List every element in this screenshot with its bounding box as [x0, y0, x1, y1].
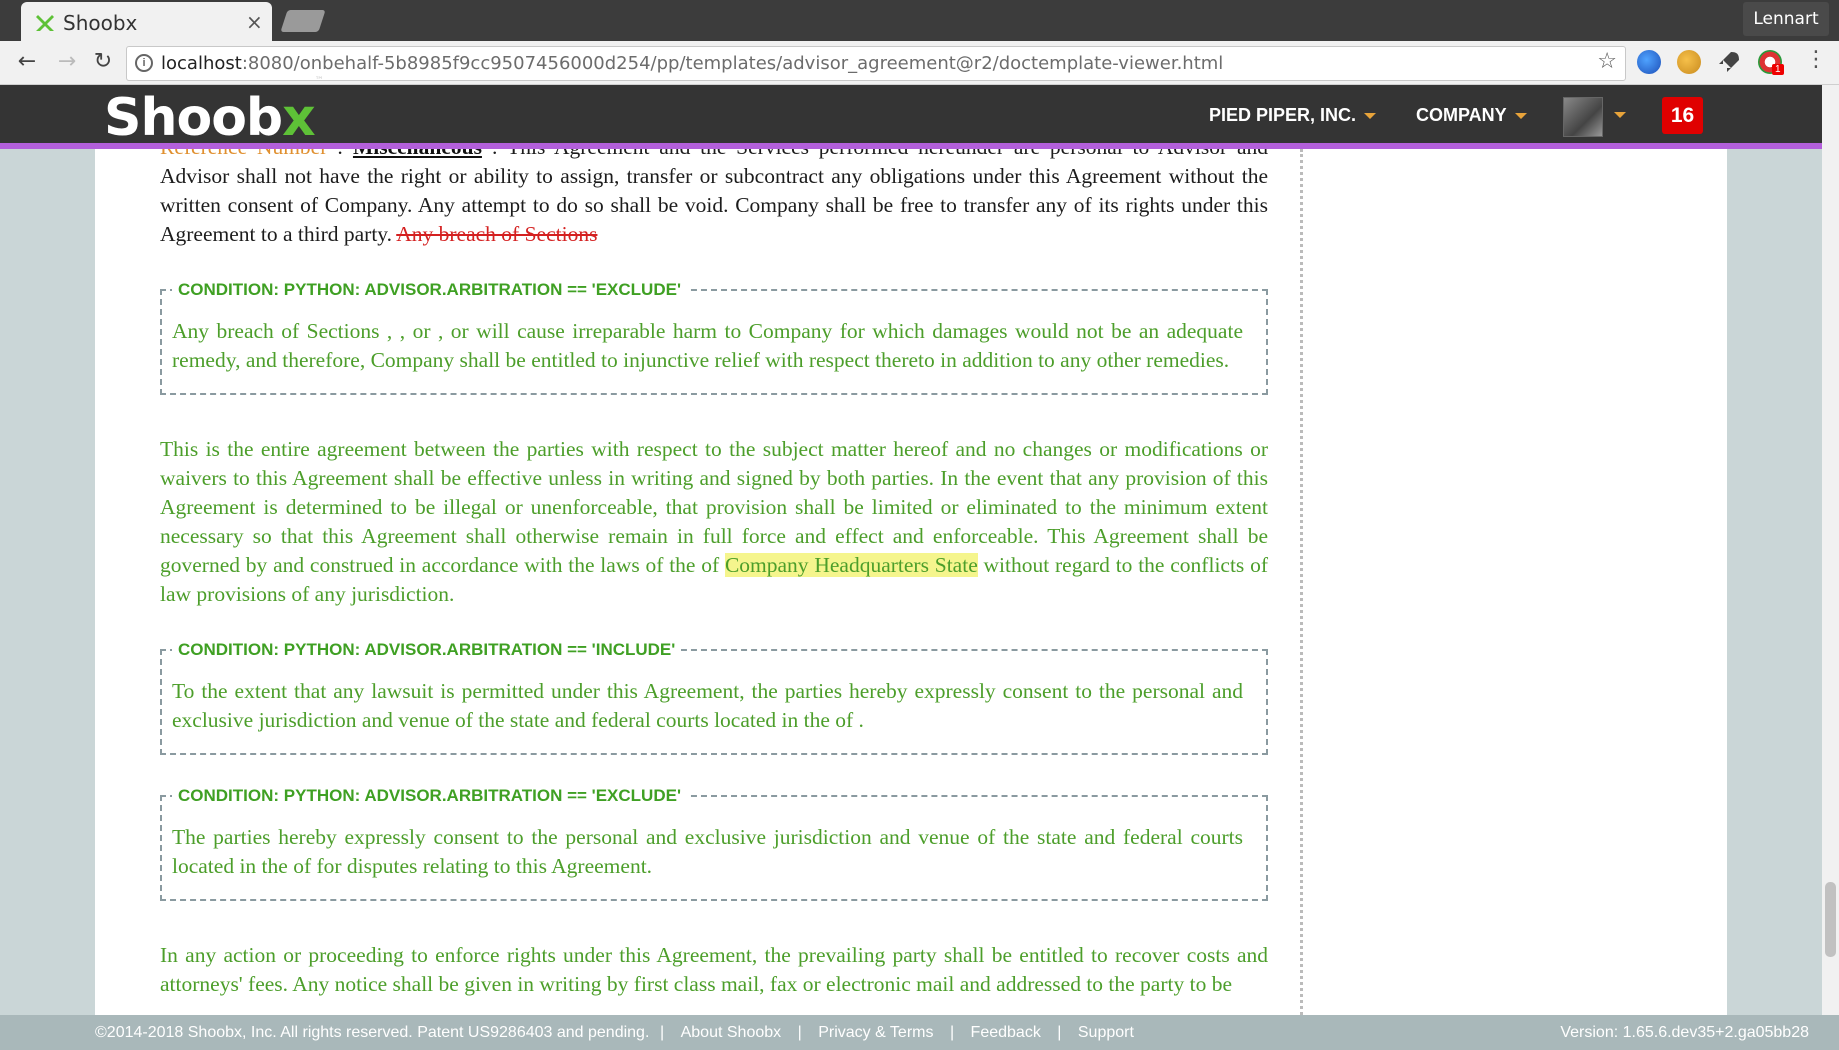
globe-extension-icon[interactable]	[1637, 50, 1661, 74]
version-text: Version: 1.65.6.dev35+2.ga05bb28	[1560, 1024, 1809, 1041]
entire-agreement-paragraph: This is the entire agreement between the…	[160, 437, 1268, 606]
address-bar[interactable]: i localhost:8080/onbehalf-5b8985f9cc9507…	[126, 46, 1626, 81]
section-title: Miscellaneous	[353, 149, 482, 159]
page-footer: ©2014-2018 Shoobx, Inc. All rights reser…	[0, 1015, 1839, 1050]
info-icon[interactable]: i	[135, 54, 153, 72]
cookie-extension-icon[interactable]	[1677, 50, 1701, 74]
miscellaneous-paragraph: Reference Number : Miscellaneous : This …	[160, 149, 1268, 249]
back-icon[interactable]: ←	[12, 47, 42, 77]
condition-text: The parties hereby expressly consent to …	[172, 825, 1243, 878]
rocket-extension-icon[interactable]	[1717, 50, 1741, 74]
costs-paragraph: In any action or proceeding to enforce r…	[160, 943, 1268, 996]
shoobx-logo[interactable]: Shoobx™	[104, 76, 324, 148]
document-viewer: Reference Number : Miscellaneous : This …	[0, 149, 1822, 1015]
company-nav-menu[interactable]: COMPANY	[1416, 105, 1527, 126]
tab-title: Shoobx	[63, 11, 138, 35]
app-header: Shoobx™ PIED PIPER, INC. COMPANY 16	[0, 76, 1822, 149]
condition-text: To the extent that any lawsuit is permit…	[172, 679, 1243, 732]
notification-badge[interactable]: 16	[1662, 97, 1703, 134]
copyright-text: ©2014-2018 Shoobx, Inc. All rights reser…	[95, 1024, 650, 1041]
sidebar-divider[interactable]	[1300, 149, 1303, 1015]
condition-block[interactable]: CONDITION: PYTHON: ADVISOR.ARBITRATION =…	[160, 277, 1268, 395]
browser-tabstrip: Shoobx × Lennart	[0, 0, 1839, 41]
url-text[interactable]: localhost:8080/onbehalf-5b8985f9cc950745…	[161, 53, 1223, 74]
star-icon[interactable]: ☆	[1597, 49, 1617, 74]
chevron-down-icon	[1364, 113, 1377, 120]
footer-links: | About Shoobx | Privacy & Terms | Feedb…	[660, 1024, 1134, 1041]
condition-label: CONDITION: PYTHON: ADVISOR.ARBITRATION =…	[172, 783, 687, 809]
chevron-down-icon	[1514, 113, 1527, 120]
forward-icon[interactable]: →	[52, 47, 82, 77]
avatar[interactable]	[1563, 97, 1603, 137]
chevron-down-icon[interactable]	[1614, 112, 1626, 118]
tab-close-icon[interactable]: ×	[246, 10, 263, 34]
shoobx-favicon	[36, 15, 54, 31]
feedback-link[interactable]: Feedback	[971, 1024, 1041, 1041]
reload-icon[interactable]: ↻	[88, 47, 118, 77]
new-tab-button[interactable]	[280, 10, 326, 32]
condition-block[interactable]: CONDITION: PYTHON: ADVISOR.ARBITRATION =…	[160, 783, 1268, 901]
reference-number-placeholder[interactable]: Reference Number	[160, 149, 327, 159]
browser-toolbar: ← → ↻ i localhost:8080/onbehalf-5b8985f9…	[0, 41, 1839, 85]
scrollbar-thumb[interactable]	[1825, 882, 1836, 957]
removed-text: Any breach of Sections	[396, 222, 598, 246]
browser-tab[interactable]: Shoobx ×	[21, 2, 272, 41]
condition-text: Any breach of Sections , , or , or will …	[172, 319, 1243, 372]
extension-badge: 1	[1772, 64, 1784, 75]
condition-label: CONDITION: PYTHON: ADVISOR.ARBITRATION =…	[172, 277, 687, 303]
company-selector-menu[interactable]: PIED PIPER, INC.	[1209, 105, 1377, 126]
kebab-menu-icon[interactable]: ⋮	[1805, 47, 1827, 72]
company-headquarters-state-field[interactable]: Company Headquarters State	[724, 553, 978, 577]
support-link[interactable]: Support	[1078, 1024, 1134, 1041]
condition-label: CONDITION: PYTHON: ADVISOR.ARBITRATION =…	[172, 637, 682, 663]
profile-button[interactable]: Lennart	[1743, 2, 1829, 36]
condition-block[interactable]: CONDITION: PYTHON: ADVISOR.ARBITRATION =…	[160, 637, 1268, 755]
about-link[interactable]: About Shoobx	[681, 1024, 782, 1041]
privacy-terms-link[interactable]: Privacy & Terms	[818, 1024, 933, 1041]
page-scrollbar[interactable]	[1822, 85, 1839, 1015]
document-content: Reference Number : Miscellaneous : This …	[160, 149, 1268, 999]
